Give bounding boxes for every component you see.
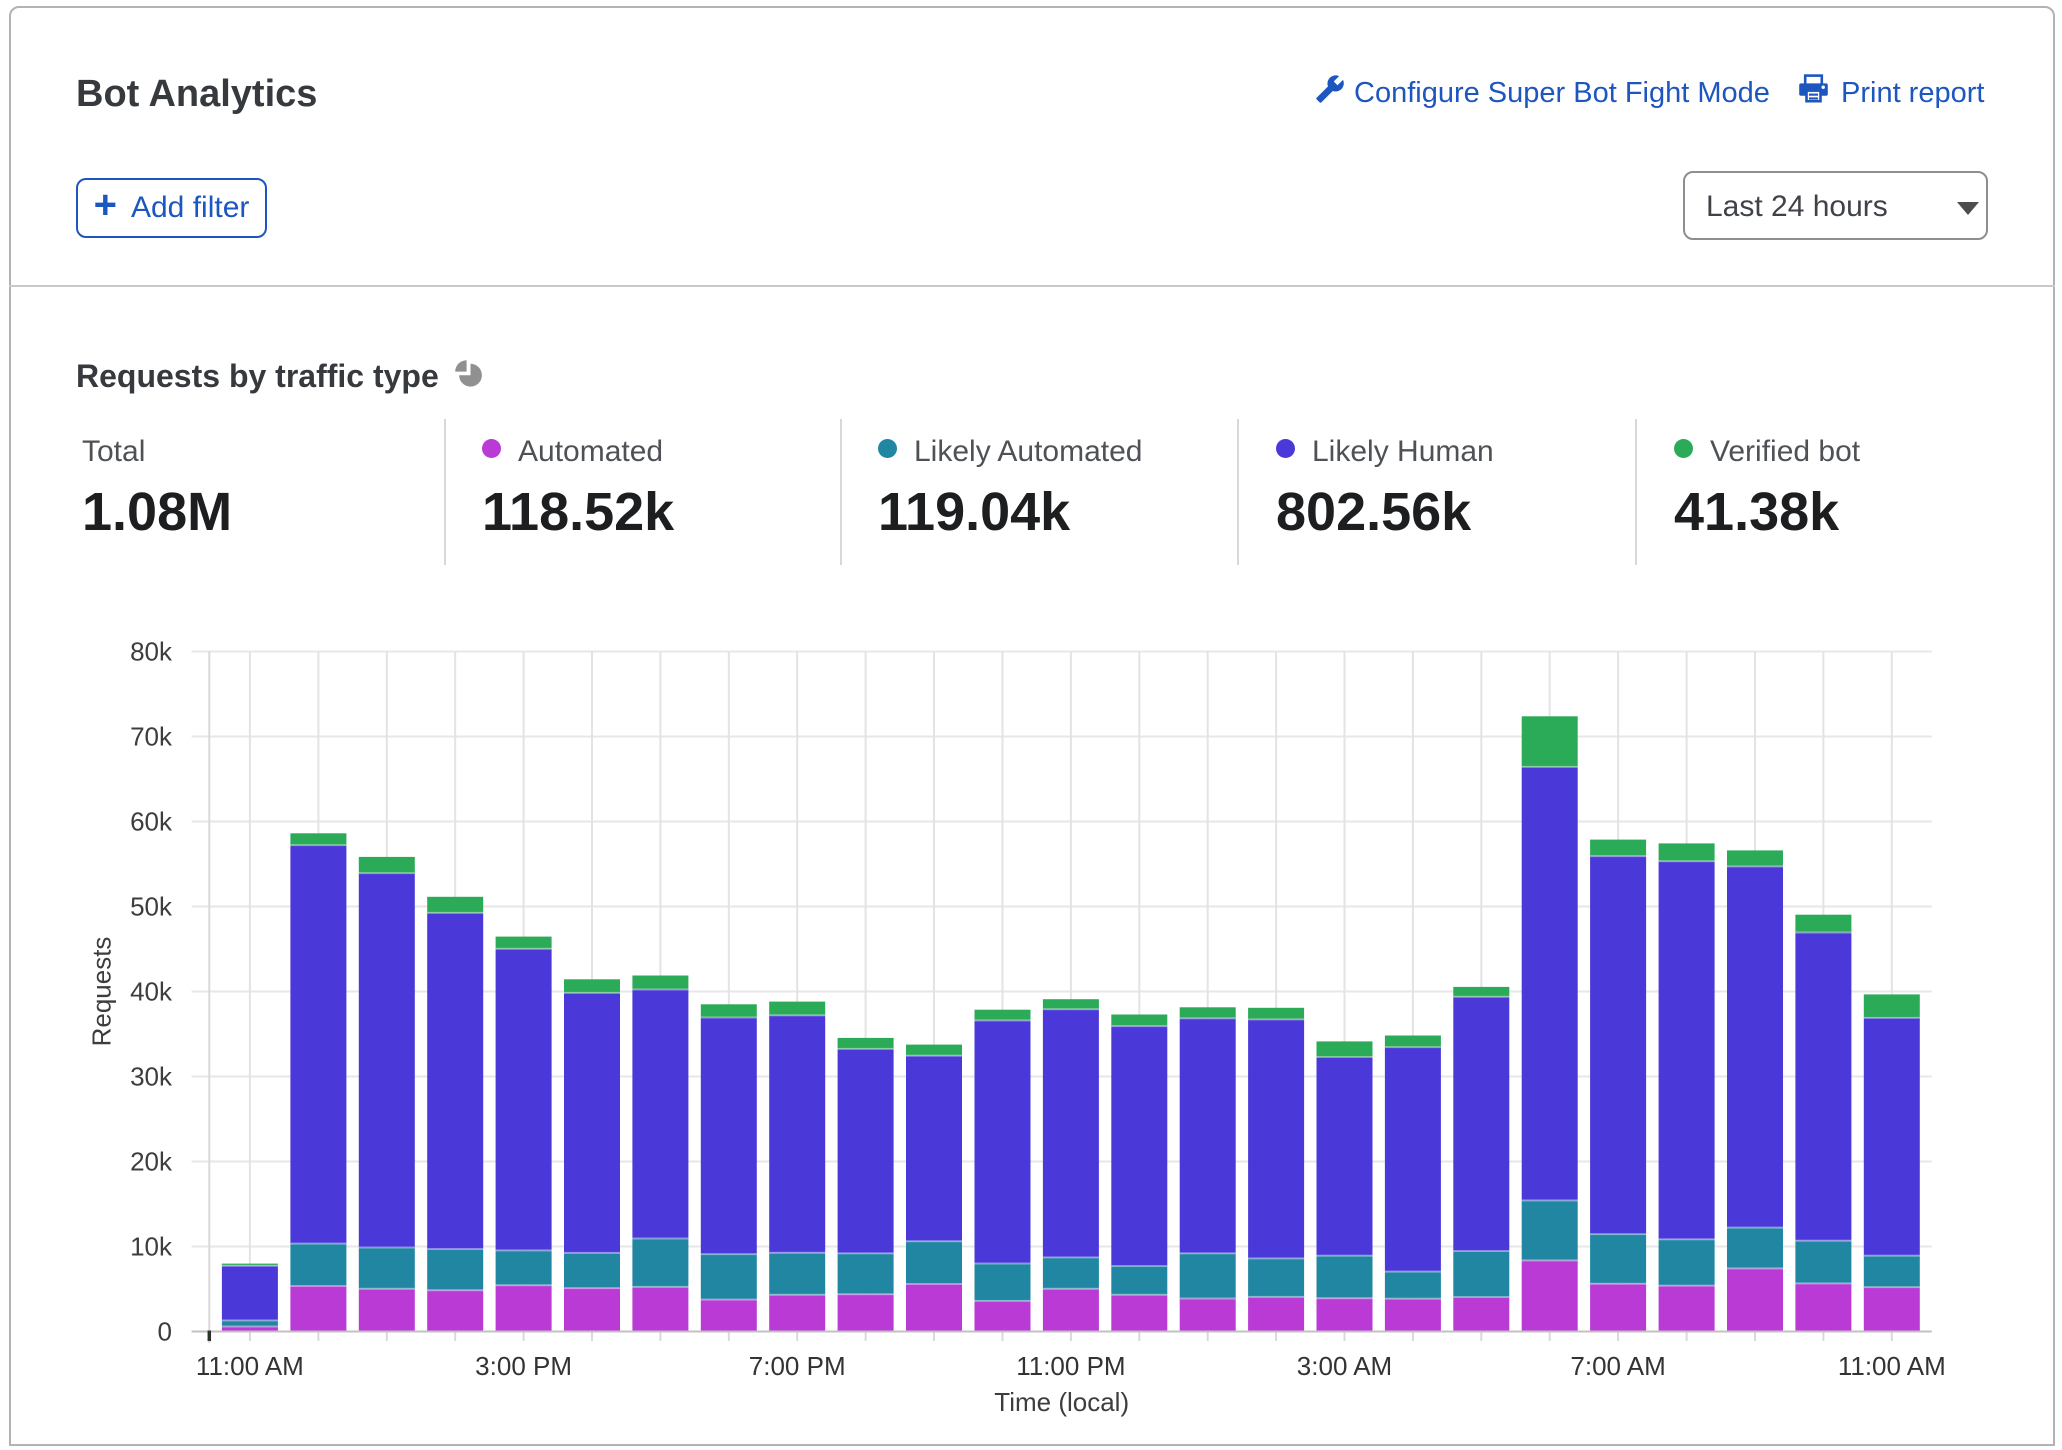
svg-text:60k: 60k	[130, 807, 173, 837]
svg-text:3:00 AM: 3:00 AM	[1297, 1351, 1392, 1381]
svg-text:70k: 70k	[130, 722, 173, 752]
svg-text:11:00 AM: 11:00 AM	[196, 1351, 304, 1381]
svg-text:11:00 AM: 11:00 AM	[1838, 1351, 1946, 1381]
svg-text:0: 0	[158, 1317, 172, 1347]
svg-text:3:00 PM: 3:00 PM	[475, 1351, 572, 1381]
svg-text:Time (local): Time (local)	[994, 1387, 1129, 1417]
svg-text:50k: 50k	[130, 892, 173, 922]
svg-text:Requests: Requests	[87, 937, 117, 1047]
svg-text:7:00 AM: 7:00 AM	[1570, 1351, 1665, 1381]
svg-text:20k: 20k	[130, 1147, 173, 1177]
svg-text:80k: 80k	[130, 637, 173, 667]
svg-text:7:00 PM: 7:00 PM	[749, 1351, 846, 1381]
svg-text:11:00 PM: 11:00 PM	[1016, 1351, 1125, 1381]
svg-text:10k: 10k	[130, 1232, 173, 1262]
svg-text:30k: 30k	[130, 1062, 173, 1092]
svg-text:40k: 40k	[130, 977, 173, 1007]
